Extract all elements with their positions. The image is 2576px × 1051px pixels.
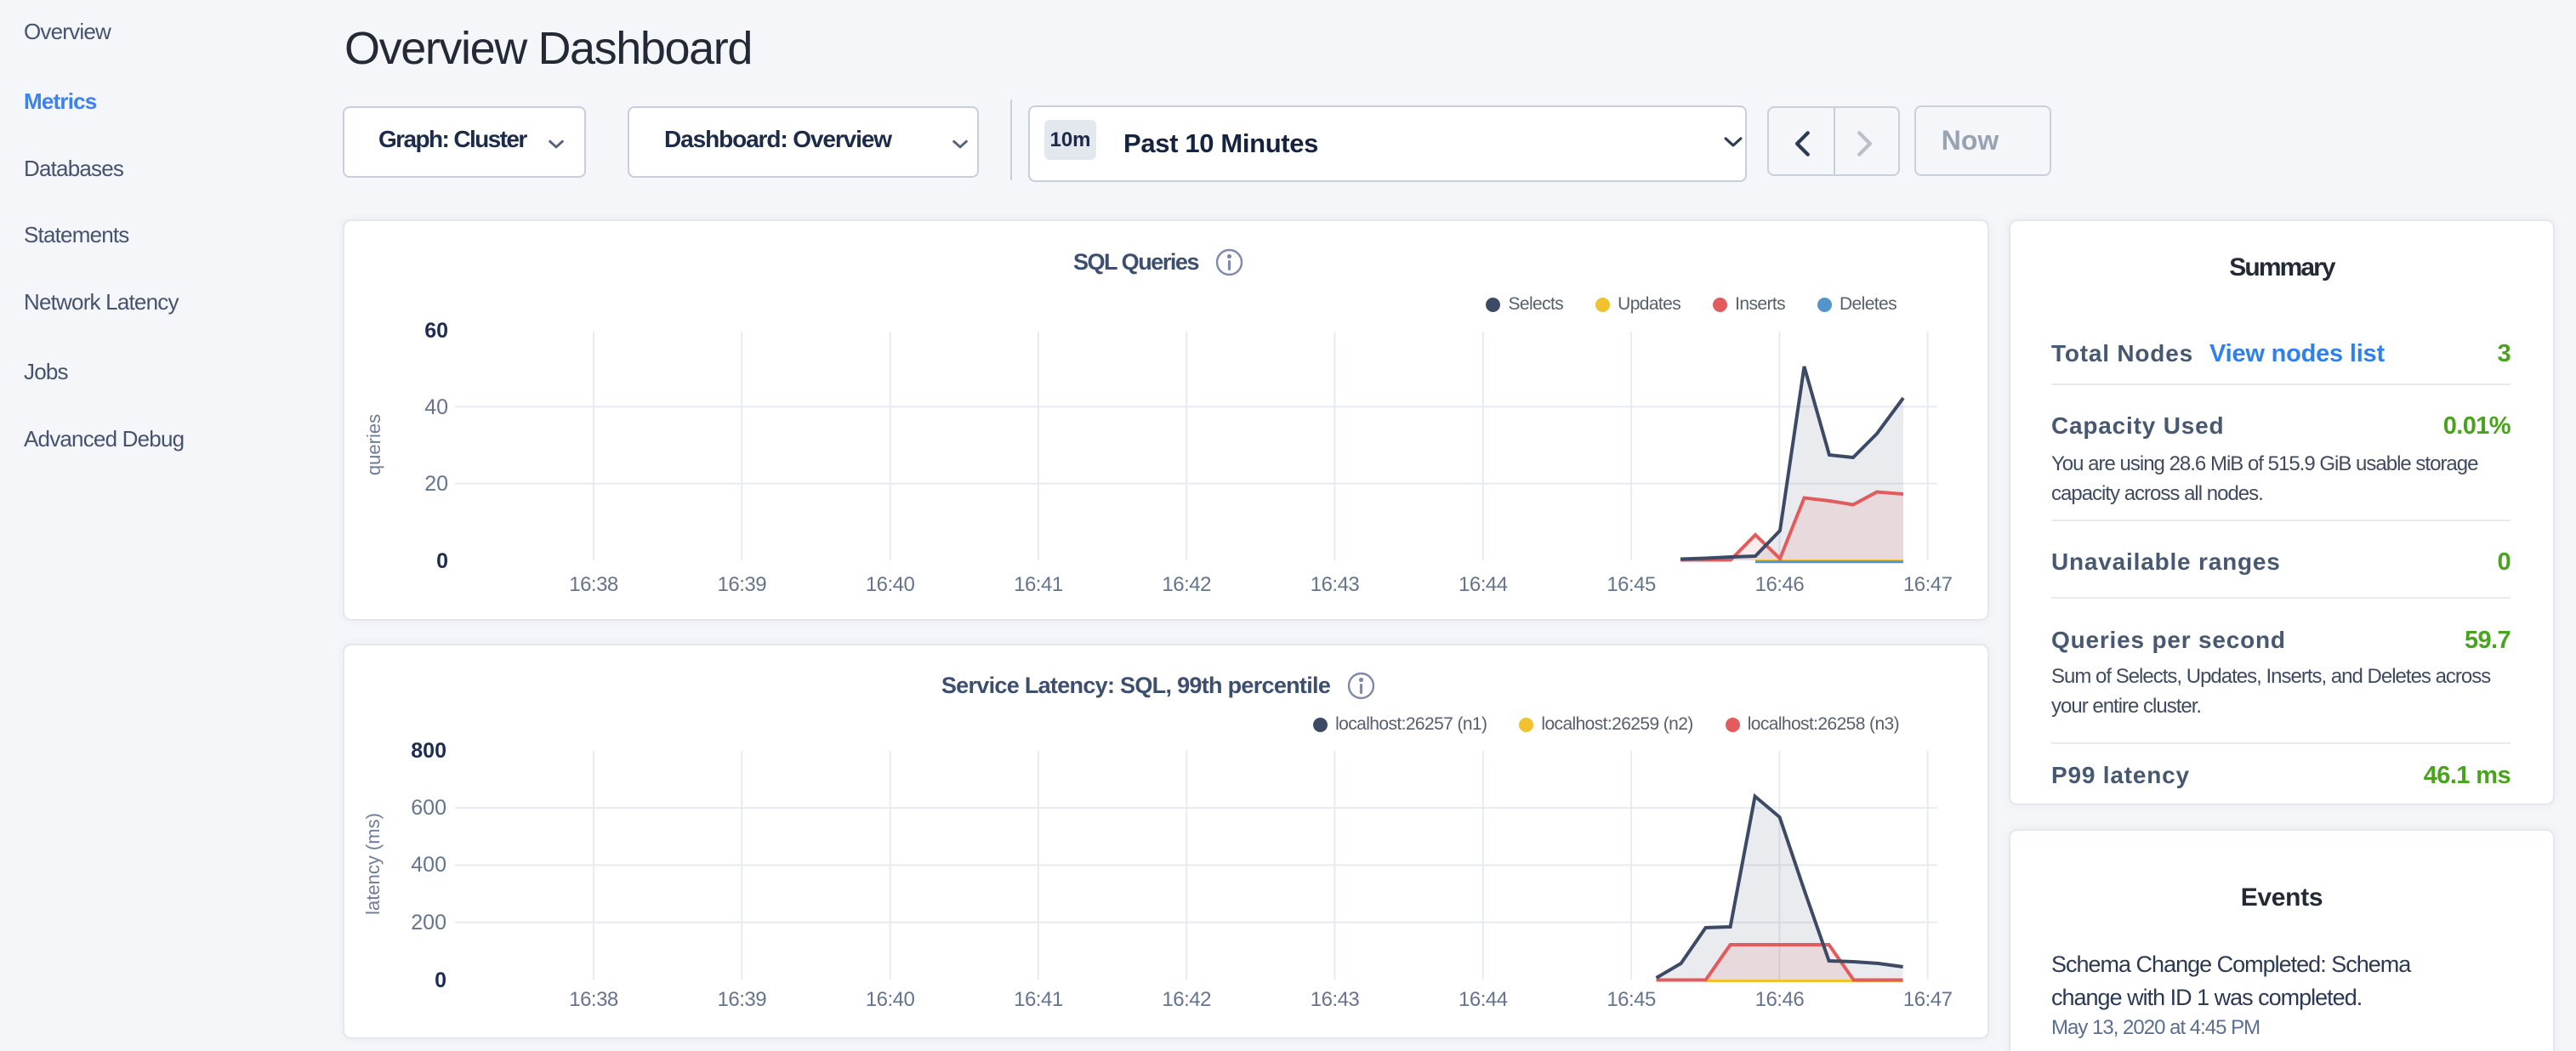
svg-text:queries: queries [363,414,384,475]
svg-text:16:45: 16:45 [1606,988,1656,1011]
svg-text:200: 200 [411,911,446,935]
svg-text:16:47: 16:47 [1903,573,1953,596]
svg-text:16:42: 16:42 [1162,988,1211,1011]
svg-text:16:38: 16:38 [569,573,618,596]
svg-text:16:47: 16:47 [1903,988,1953,1011]
svg-text:16:45: 16:45 [1606,573,1656,596]
svg-text:600: 600 [411,796,446,820]
svg-text:16:39: 16:39 [718,573,767,596]
svg-text:16:41: 16:41 [1014,988,1063,1011]
svg-text:16:46: 16:46 [1755,573,1805,596]
svg-text:400: 400 [411,853,446,877]
svg-text:16:40: 16:40 [866,573,915,596]
svg-text:800: 800 [411,739,446,763]
svg-text:16:39: 16:39 [718,988,767,1011]
svg-text:40: 40 [424,395,448,419]
svg-text:0: 0 [436,549,448,573]
svg-text:60: 60 [424,319,448,343]
svg-text:16:43: 16:43 [1311,988,1360,1011]
svg-text:16:38: 16:38 [569,988,618,1011]
svg-text:16:42: 16:42 [1162,573,1211,596]
svg-text:16:41: 16:41 [1014,573,1063,596]
svg-text:16:46: 16:46 [1755,988,1805,1011]
svg-text:20: 20 [424,472,448,496]
svg-text:0: 0 [435,969,446,992]
svg-text:16:44: 16:44 [1459,988,1508,1011]
svg-text:16:43: 16:43 [1311,573,1360,596]
svg-text:latency (ms): latency (ms) [362,813,384,915]
svg-text:16:44: 16:44 [1459,573,1508,596]
svg-text:16:40: 16:40 [866,988,915,1011]
